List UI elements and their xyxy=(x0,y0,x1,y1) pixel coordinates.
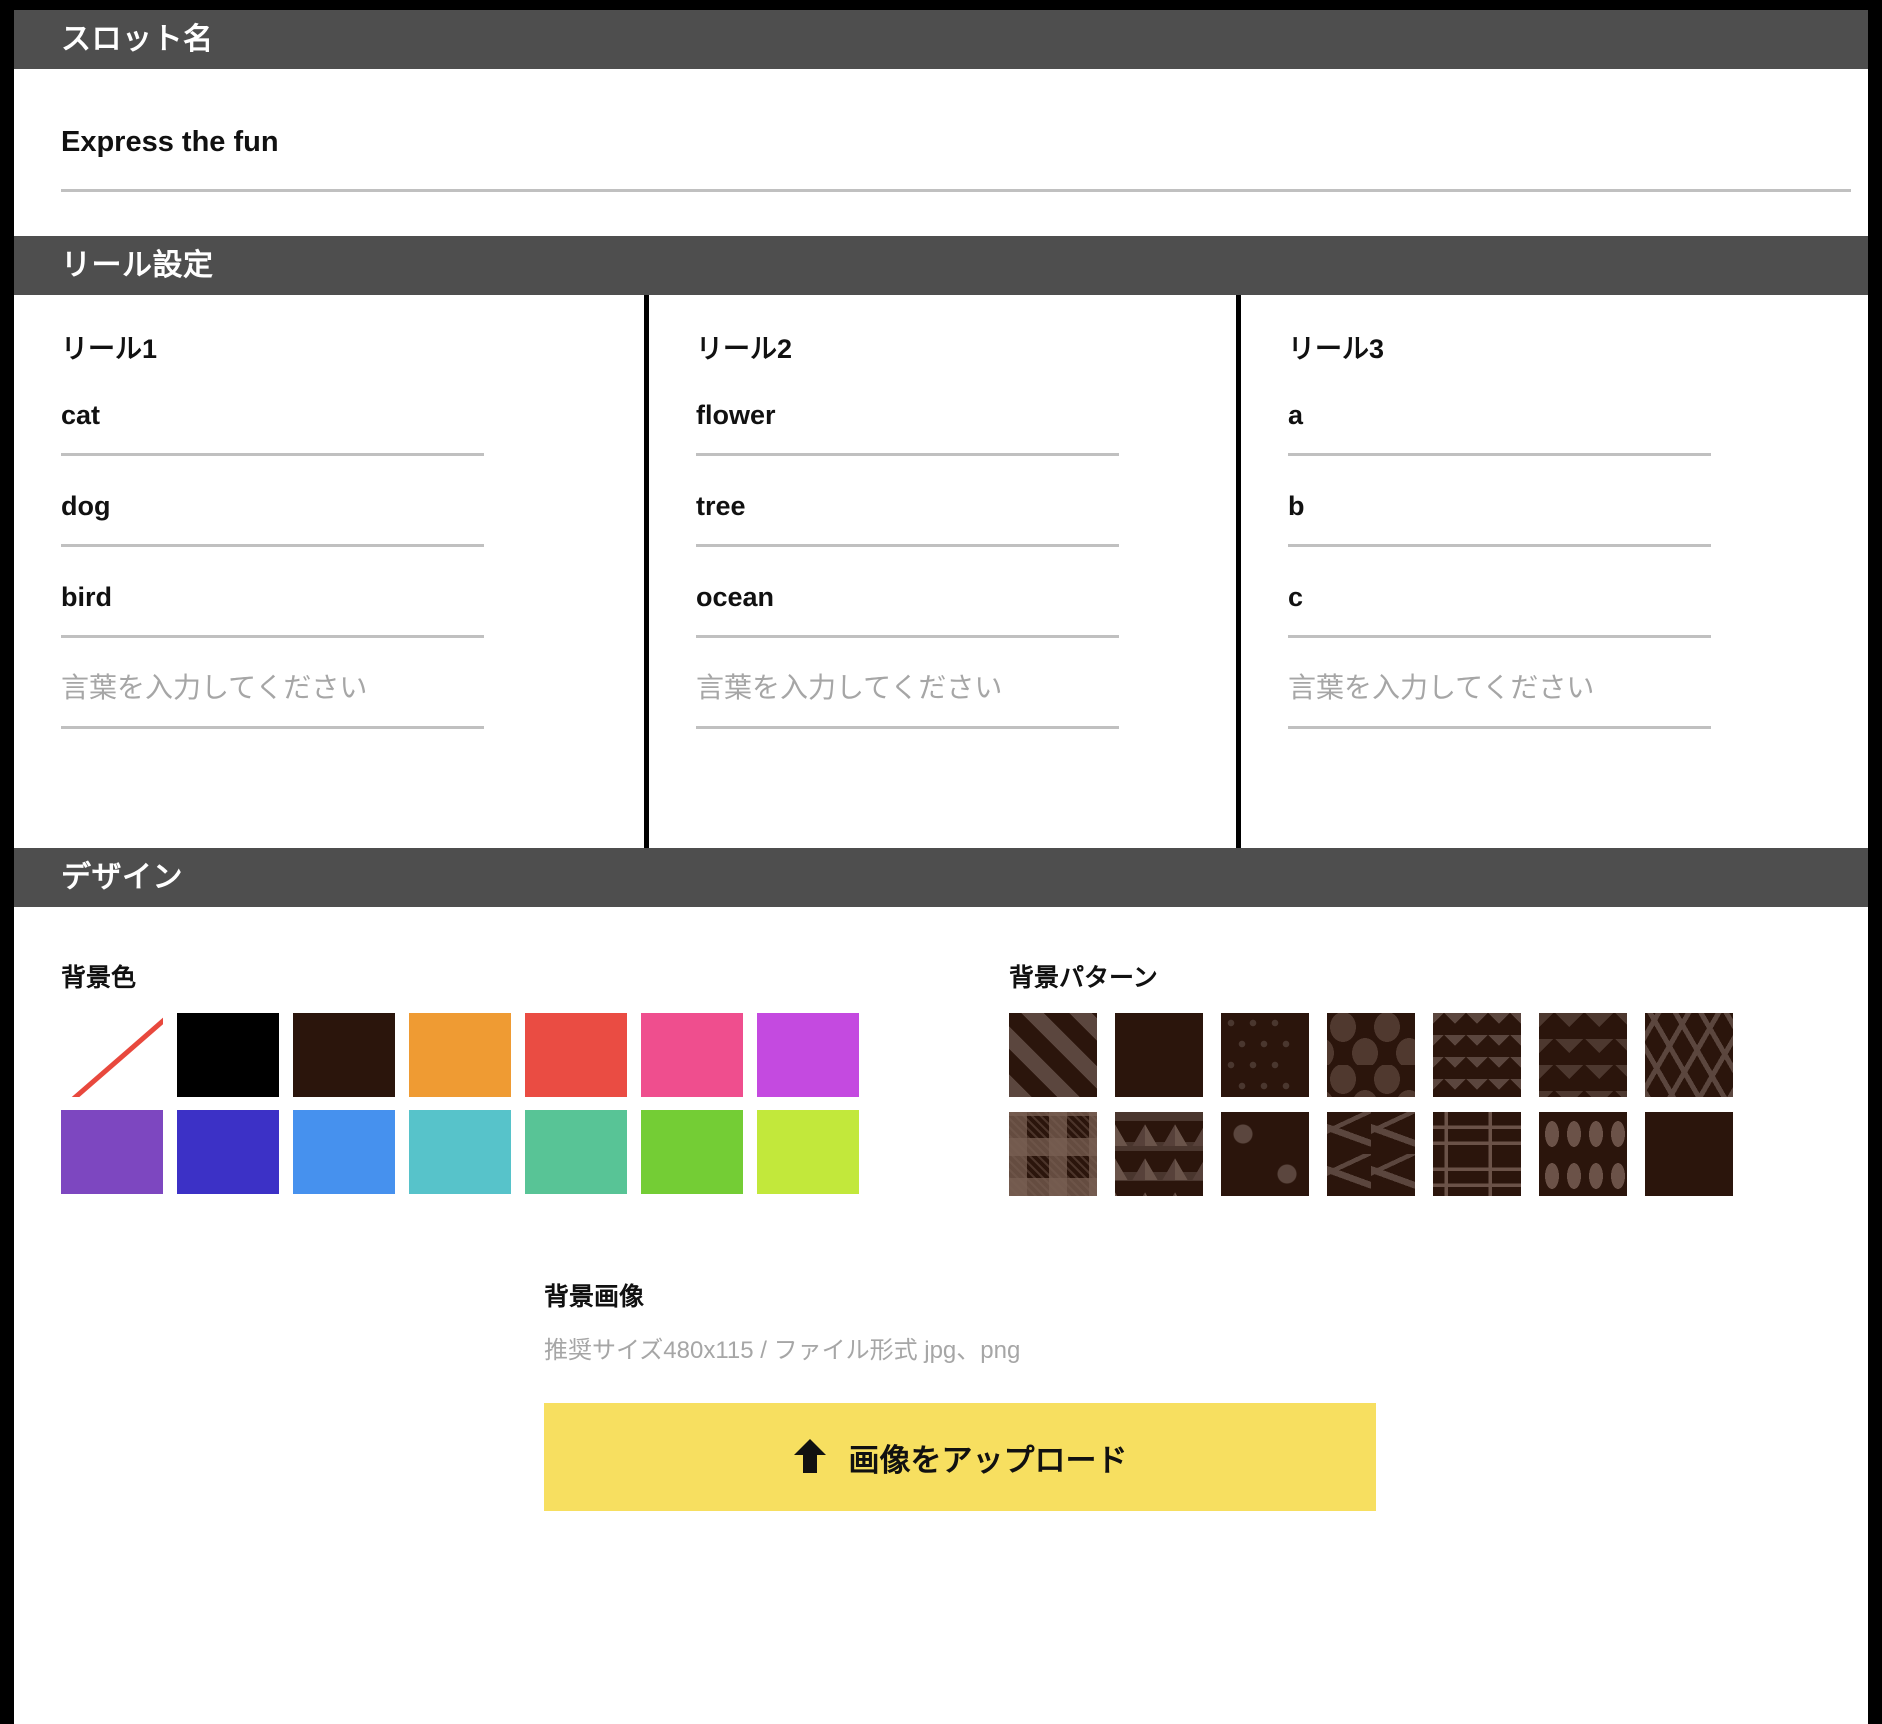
reel-1-word-input-1[interactable]: cat xyxy=(61,399,644,456)
background-color-swatch-yellow-green[interactable] xyxy=(757,1110,859,1194)
reel-3-word-placeholder-4[interactable]: 言葉を入力してください xyxy=(1288,672,1875,704)
reel-3-word-input-3[interactable]: c xyxy=(1288,581,1875,638)
reel-1-word-input-2[interactable]: dog xyxy=(61,490,644,547)
background-pattern-group: 背景パターン xyxy=(994,963,1868,1196)
slot-name-underline xyxy=(61,189,1851,192)
reel-1-word-value-3[interactable]: bird xyxy=(61,581,644,613)
background-color-swatch-lime-green[interactable] xyxy=(641,1110,743,1194)
reel-1-word-input-3[interactable]: bird xyxy=(61,581,644,638)
upload-arrow-icon xyxy=(793,1438,827,1477)
background-color-swatch-indigo[interactable] xyxy=(177,1110,279,1194)
background-color-swatch-none[interactable] xyxy=(61,1013,163,1097)
reel-2-word-input-1[interactable]: flower xyxy=(696,399,1236,456)
slot-name-field[interactable]: Express the fun xyxy=(61,69,1821,192)
reel-2-word-input-3[interactable]: ocean xyxy=(696,581,1236,638)
reel-1-underline-2 xyxy=(61,544,484,547)
section-header-design: デザイン xyxy=(14,848,1868,907)
background-pattern-swatch-large-dots[interactable] xyxy=(1327,1013,1415,1097)
background-color-swatch-grid xyxy=(61,1013,994,1194)
background-color-swatch-cyan[interactable] xyxy=(409,1110,511,1194)
reel-2-word-value-3[interactable]: ocean xyxy=(696,581,1236,613)
background-image-hint: 推奨サイズ480x115 / ファイル形式 jpg、png xyxy=(544,1336,1868,1365)
reel-3-word-value-3[interactable]: c xyxy=(1288,581,1875,613)
design-body: 背景色 背景パターン 背景画像 推奨サイズ480x115 / ファイル形式 jp… xyxy=(14,907,1868,1697)
reel-3-underline-1 xyxy=(1288,453,1711,456)
reel-3-underline-3 xyxy=(1288,635,1711,638)
reel-2-underline-1 xyxy=(696,453,1119,456)
background-image-group: 背景画像 推奨サイズ480x115 / ファイル形式 jpg、png 画像をアッ… xyxy=(14,1282,1868,1511)
background-pattern-swatch-lightning[interactable] xyxy=(1327,1112,1415,1196)
background-pattern-swatch-zigzag-wide[interactable] xyxy=(1433,1013,1521,1097)
reel-1-underline-3 xyxy=(61,635,484,638)
background-color-swatch-green[interactable] xyxy=(525,1110,627,1194)
reel-2-word-value-2[interactable]: tree xyxy=(696,490,1236,522)
background-pattern-swatch-shuriken[interactable] xyxy=(1221,1112,1309,1196)
background-pattern-swatch-diagonal-stripes[interactable] xyxy=(1009,1013,1097,1097)
background-color-swatch-red[interactable] xyxy=(525,1013,627,1097)
upload-image-button[interactable]: 画像をアップロード xyxy=(544,1403,1376,1511)
reel-3-word-value-1[interactable]: a xyxy=(1288,399,1875,431)
reel-1-word-input-4[interactable]: 言葉を入力してください xyxy=(61,672,644,729)
background-pattern-swatch-triangles[interactable] xyxy=(1115,1112,1203,1196)
reel-3-word-input-4[interactable]: 言葉を入力してください xyxy=(1288,672,1875,729)
reel-3-underline-4 xyxy=(1288,726,1711,729)
reel-3-word-input-2[interactable]: b xyxy=(1288,490,1875,547)
reel-3-word-input-1[interactable]: a xyxy=(1288,399,1875,456)
background-color-group: 背景色 xyxy=(14,963,994,1196)
background-pattern-swatch-raindrops[interactable] xyxy=(1539,1112,1627,1196)
background-color-swatch-magenta[interactable] xyxy=(757,1013,859,1097)
reel-1-word-value-2[interactable]: dog xyxy=(61,490,644,522)
reel-1-underline-4 xyxy=(61,726,484,729)
slot-name-input-value[interactable]: Express the fun xyxy=(61,125,1821,159)
reel-3-word-value-2[interactable]: b xyxy=(1288,490,1875,522)
background-image-label: 背景画像 xyxy=(544,1282,1868,1312)
background-pattern-swatch-small-dots[interactable] xyxy=(1221,1013,1309,1097)
background-pattern-label: 背景パターン xyxy=(1009,963,1868,993)
background-color-swatch-dark-brown[interactable] xyxy=(293,1013,395,1097)
reel-1-title: リール1 xyxy=(61,333,644,365)
background-pattern-swatch-zigzag-narrow[interactable] xyxy=(1539,1013,1627,1097)
background-color-swatch-blue[interactable] xyxy=(293,1110,395,1194)
reel-2-word-input-4[interactable]: 言葉を入力してください xyxy=(696,672,1236,729)
section-header-slot-name: スロット名 xyxy=(14,10,1868,69)
reel-2-underline-3 xyxy=(696,635,1119,638)
reel-2-word-placeholder-4[interactable]: 言葉を入力してください xyxy=(696,672,1236,704)
background-pattern-swatch-greek-key[interactable] xyxy=(1433,1112,1521,1196)
reel-column-3: リール3 a b c 言葉を入力してください xyxy=(1236,295,1875,848)
reel-settings-body: リール1 cat dog bird 言葉を入力してください リール2 flowe… xyxy=(14,295,1868,848)
reel-3-title: リール3 xyxy=(1288,333,1875,365)
reel-1-word-placeholder-4[interactable]: 言葉を入力してください xyxy=(61,672,644,704)
reel-2-word-value-1[interactable]: flower xyxy=(696,399,1236,431)
reel-column-1: リール1 cat dog bird 言葉を入力してください xyxy=(14,295,644,848)
section-header-reel-settings: リール設定 xyxy=(14,236,1868,295)
reel-2-underline-4 xyxy=(696,726,1119,729)
background-color-swatch-orange[interactable] xyxy=(409,1013,511,1097)
slot-editor-page: スロット名 Express the fun リール設定 リール1 cat dog… xyxy=(0,0,1882,1724)
reel-1-underline-1 xyxy=(61,453,484,456)
upload-image-button-label: 画像をアップロード xyxy=(849,1435,1128,1480)
background-color-swatch-black[interactable] xyxy=(177,1013,279,1097)
background-color-swatch-purple[interactable] xyxy=(61,1110,163,1194)
background-color-label: 背景色 xyxy=(61,963,994,993)
reel-1-word-value-1[interactable]: cat xyxy=(61,399,644,431)
reel-2-title: リール2 xyxy=(696,333,1236,365)
background-pattern-swatch-plaid[interactable] xyxy=(1009,1112,1097,1196)
background-color-swatch-pink[interactable] xyxy=(641,1013,743,1097)
reel-3-underline-2 xyxy=(1288,544,1711,547)
background-pattern-swatch-solid[interactable] xyxy=(1115,1013,1203,1097)
background-pattern-swatch-plain[interactable] xyxy=(1645,1112,1733,1196)
background-pattern-swatch-crosshatch[interactable] xyxy=(1645,1013,1733,1097)
reel-2-underline-2 xyxy=(696,544,1119,547)
reel-column-2: リール2 flower tree ocean 言葉を入力してください xyxy=(644,295,1236,848)
reel-2-word-input-2[interactable]: tree xyxy=(696,490,1236,547)
slot-name-body: Express the fun xyxy=(14,69,1868,236)
background-pattern-swatch-grid xyxy=(1009,1013,1868,1196)
